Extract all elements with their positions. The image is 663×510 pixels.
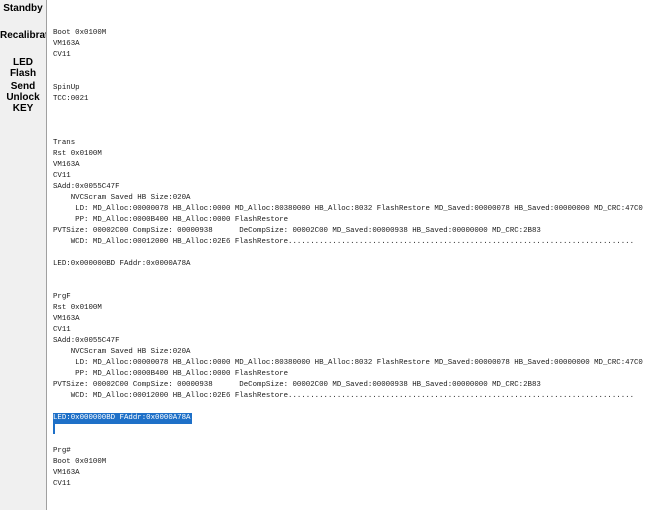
log-line: Boot 0x0100M [53, 458, 107, 466]
log-line: PP: MD_Alloc:0000B400 HB_Alloc:0000 Flas… [53, 216, 289, 224]
log-line: LD: MD_Alloc:00000078 HB_Alloc:0000 MD_A… [53, 359, 643, 367]
log-line: SAdd:0x0055C47F [53, 337, 120, 345]
log-line: Trans [53, 139, 76, 147]
log-line: VM163A [53, 469, 80, 477]
log-line: VM163A [53, 40, 80, 48]
log-line: NVCScram Saved HB Size:020A [53, 194, 191, 202]
log-line: CV11 [53, 172, 71, 180]
standby-button[interactable]: Standby [0, 3, 46, 14]
log-line: WCD: MD_Alloc:00012000 HB_Alloc:02E6 Fla… [53, 392, 634, 400]
text-caret [53, 424, 55, 434]
log-line: PP: MD_Alloc:0000B400 HB_Alloc:0000 Flas… [53, 370, 289, 378]
unlock-key-label: Unlock KEY [6, 92, 40, 114]
log-line: TCC:0021 [53, 95, 89, 103]
log-output[interactable]: Boot 0x0100M VM163A CV11 SpinUp TCC:0021 Tran… [46, 0, 663, 510]
led-flash-button[interactable]: LED Flash [0, 57, 46, 79]
standby-label: Standby [3, 3, 43, 14]
log-line: WCD: MD_Alloc:00012000 HB_Alloc:02E6 Fla… [53, 238, 634, 246]
log-line: Boot 0x0100M [53, 29, 107, 37]
selected-text: LED:0x000000BD FAddr:0x0000A78A [53, 413, 192, 424]
log-line: LD: MD_Alloc:00000078 HB_Alloc:0000 MD_A… [53, 205, 643, 213]
log-line: NVCScram Saved HB Size:020A [53, 348, 191, 356]
send-label: Send [10, 81, 36, 92]
send-unlock-key-button[interactable]: Send Unlock KEY [0, 81, 46, 114]
log-line: PVTSize: 00002C00 CompSize: 00000938 DeC… [53, 227, 541, 235]
recalibrate-button[interactable]: Recalibrate [0, 30, 54, 41]
led-flash-label: LED Flash [9, 57, 37, 79]
log-line: VM163A [53, 315, 80, 323]
log-line: CV11 [53, 51, 71, 59]
log-line: CV11 [53, 480, 71, 488]
sidebar: Standby Recalibrate LED Flash Send Unloc… [0, 0, 54, 510]
log-line: PrgF [53, 293, 71, 301]
log-line: CV11 [53, 326, 71, 334]
log-line: LED:0x000000BD FAddr:0x0000A78A [53, 260, 191, 268]
log-line: Rst 0x0100M [53, 150, 102, 158]
log-text: Boot 0x0100M VM163A CV11 SpinUp TCC:0021 Tran… [53, 28, 663, 510]
log-line: PVTSize: 00002C00 CompSize: 00000938 DeC… [53, 381, 541, 389]
log-line: SpinUp [53, 84, 80, 92]
log-line: Prg# [53, 447, 71, 455]
log-line: SAdd:0x0055C47F [53, 183, 120, 191]
log-line: Rst 0x0100M [53, 304, 102, 312]
log-line-caret [53, 424, 663, 435]
log-line: VM163A [53, 161, 80, 169]
log-line-selected: LED:0x000000BD FAddr:0x0000A78A [53, 413, 663, 424]
